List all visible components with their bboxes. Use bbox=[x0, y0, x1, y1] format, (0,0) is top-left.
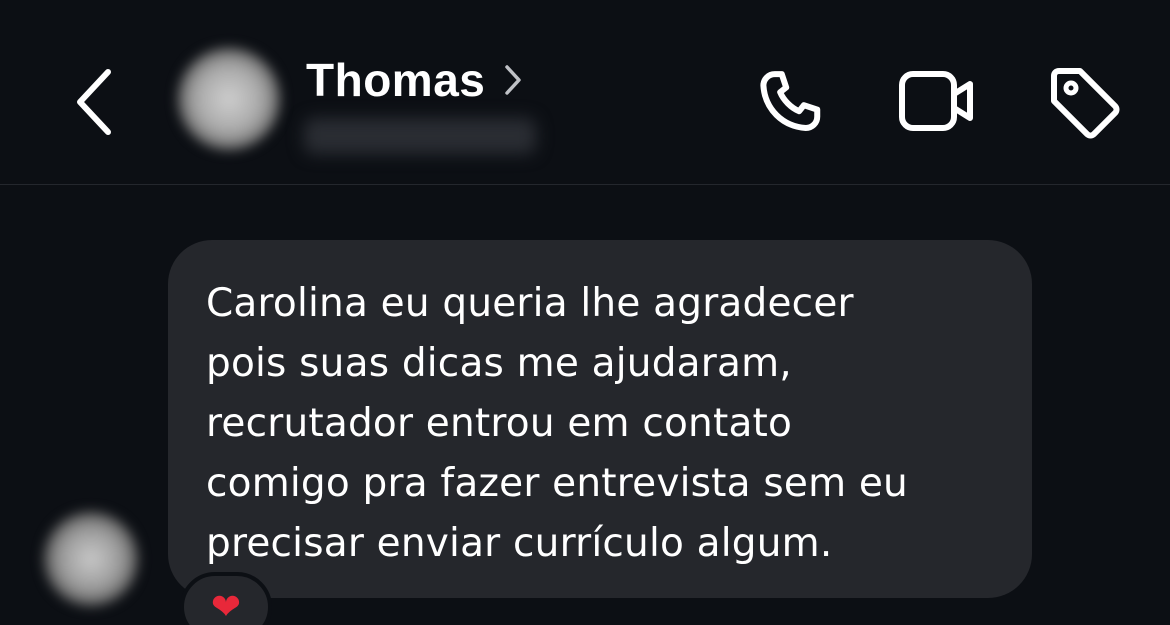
chevron-right-icon bbox=[505, 65, 522, 95]
chat-screen: Thomas Carolina eu queria lhe agradecer … bbox=[0, 0, 1170, 625]
tag-icon bbox=[1051, 68, 1120, 139]
contact-avatar[interactable] bbox=[178, 48, 280, 150]
message-bubble[interactable]: Carolina eu queria lhe agradecer pois su… bbox=[168, 240, 1032, 598]
tag-button[interactable] bbox=[1044, 62, 1124, 142]
message-reaction[interactable]: ❤ bbox=[180, 572, 272, 625]
phone-icon bbox=[760, 71, 821, 131]
sender-avatar[interactable] bbox=[44, 512, 138, 606]
contact-name: Thomas bbox=[306, 54, 486, 106]
video-call-button[interactable] bbox=[896, 66, 978, 136]
chat-header: Thomas bbox=[0, 0, 1170, 185]
back-button[interactable] bbox=[64, 64, 124, 140]
contact-name-link[interactable]: Thomas bbox=[306, 52, 523, 108]
heart-icon: ❤ bbox=[210, 587, 242, 625]
chevron-left-icon bbox=[77, 69, 111, 135]
phone-call-button[interactable] bbox=[752, 64, 828, 140]
video-camera-icon bbox=[899, 71, 973, 131]
contact-username-redacted bbox=[304, 118, 536, 154]
message-text: Carolina eu queria lhe agradecer pois su… bbox=[206, 281, 908, 566]
